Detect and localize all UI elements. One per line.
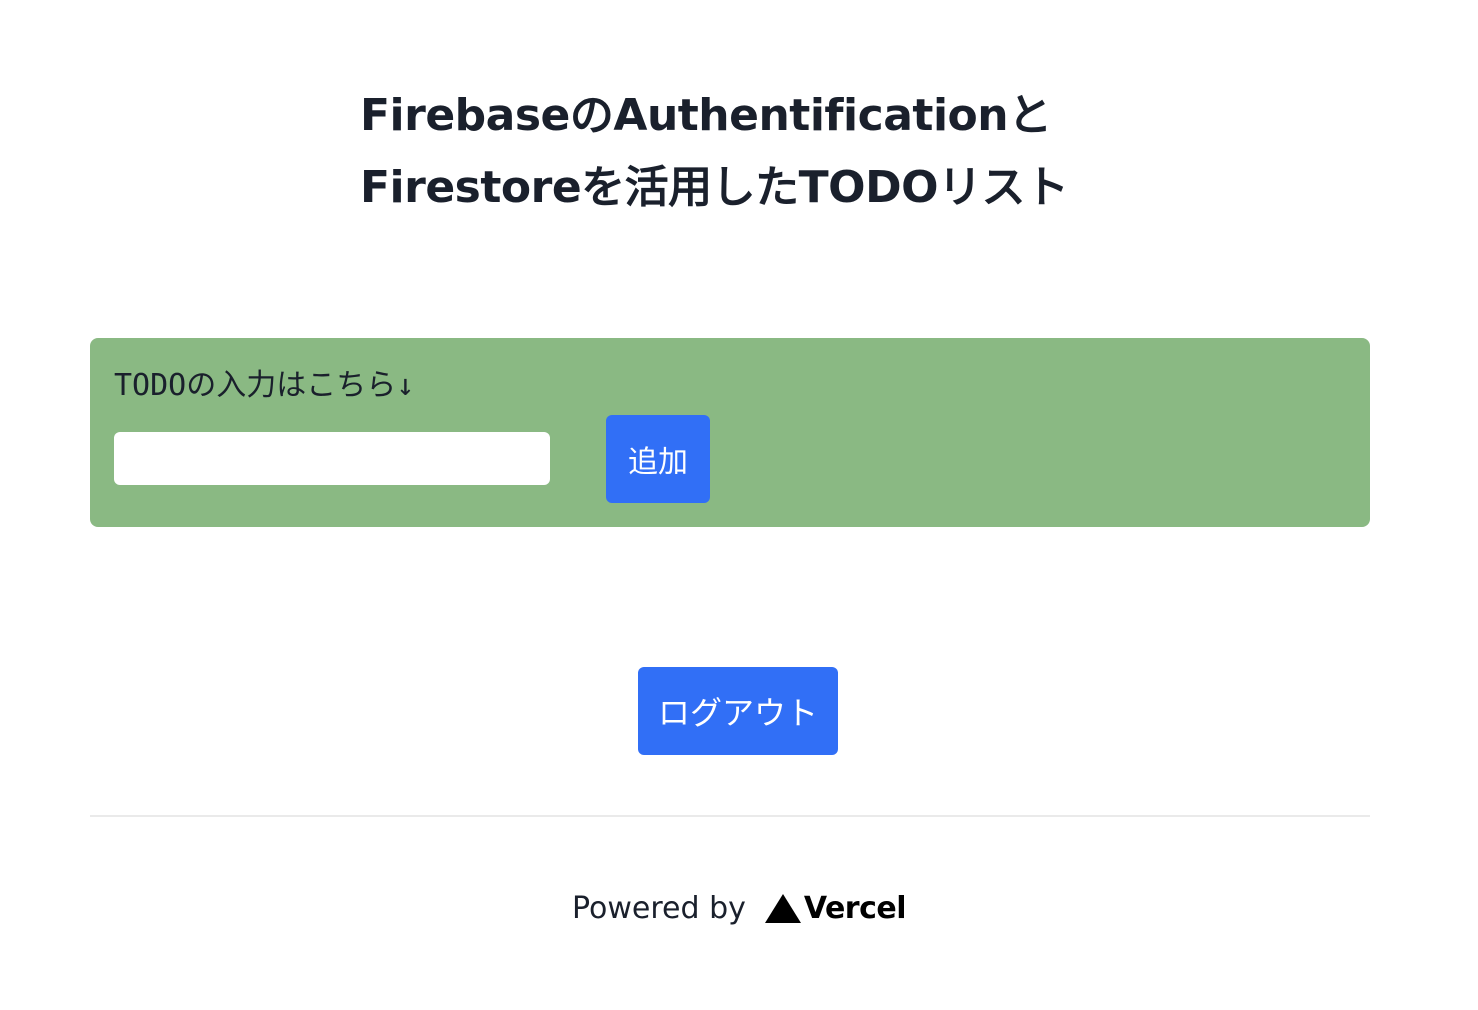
powered-by-vercel-link[interactable]: Powered by Vercel bbox=[571, 890, 907, 926]
todo-input-label: TODOの入力はこちら↓ bbox=[114, 368, 415, 403]
add-todo-button[interactable]: 追加 bbox=[606, 415, 710, 503]
footer: Powered by Vercel bbox=[0, 880, 1478, 936]
page-title-line-1: FirebaseのAuthentificationと bbox=[360, 90, 1052, 141]
page-title: FirebaseのAuthentificationと Firestoreを活用し… bbox=[360, 80, 1069, 224]
todo-input[interactable] bbox=[114, 432, 550, 485]
page-title-line-2: Firestoreを活用したTODOリスト bbox=[360, 162, 1069, 213]
powered-by-text: Powered by bbox=[571, 890, 746, 926]
footer-divider bbox=[90, 815, 1370, 817]
logout-button[interactable]: ログアウト bbox=[638, 667, 838, 755]
vercel-triangle-icon bbox=[764, 892, 802, 924]
vercel-logo-text: Vercel bbox=[803, 890, 907, 926]
todo-input-panel: TODOの入力はこちら↓ 追加 bbox=[90, 338, 1370, 527]
